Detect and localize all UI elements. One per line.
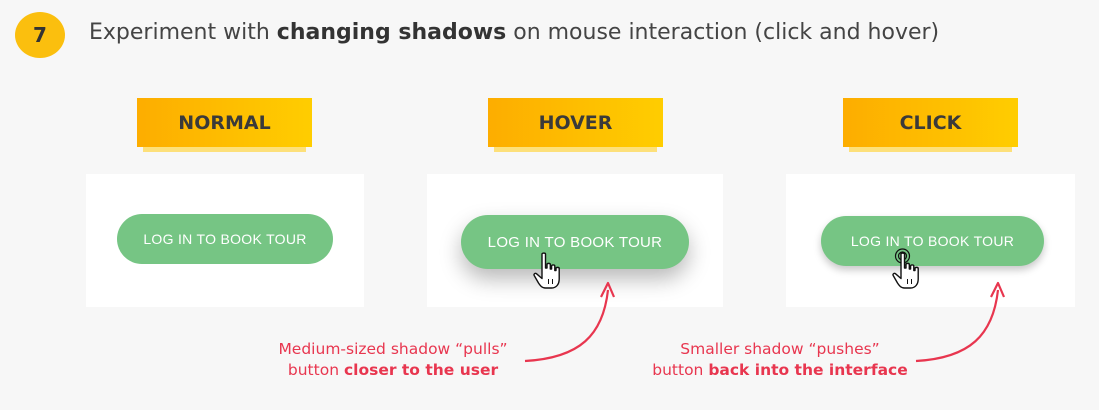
- click-curved-arrow-icon: [915, 289, 1000, 363]
- curved-arrow-icons: [524, 281, 1006, 363]
- click-annotation-line2-bold: back into the interface: [708, 361, 908, 379]
- hover-annotation-line2-bold: closer to the user: [343, 361, 499, 379]
- hover-annotation-line2-prefix: button: [287, 361, 344, 379]
- hover-curved-arrow-icon: [524, 289, 610, 363]
- hover-annotation-line2: button closer to the user: [262, 360, 524, 381]
- click-annotation-line2: button back into the interface: [644, 360, 916, 381]
- hover-annotation: Medium-sized shadow “pulls” button close…: [262, 339, 524, 381]
- click-annotation-line2-prefix: button: [652, 361, 709, 379]
- hover-annotation-line1: Medium-sized shadow “pulls”: [278, 340, 508, 358]
- click-annotation: Smaller shadow “pushes” button back into…: [644, 339, 916, 381]
- click-annotation-line1: Smaller shadow “pushes”: [680, 340, 880, 358]
